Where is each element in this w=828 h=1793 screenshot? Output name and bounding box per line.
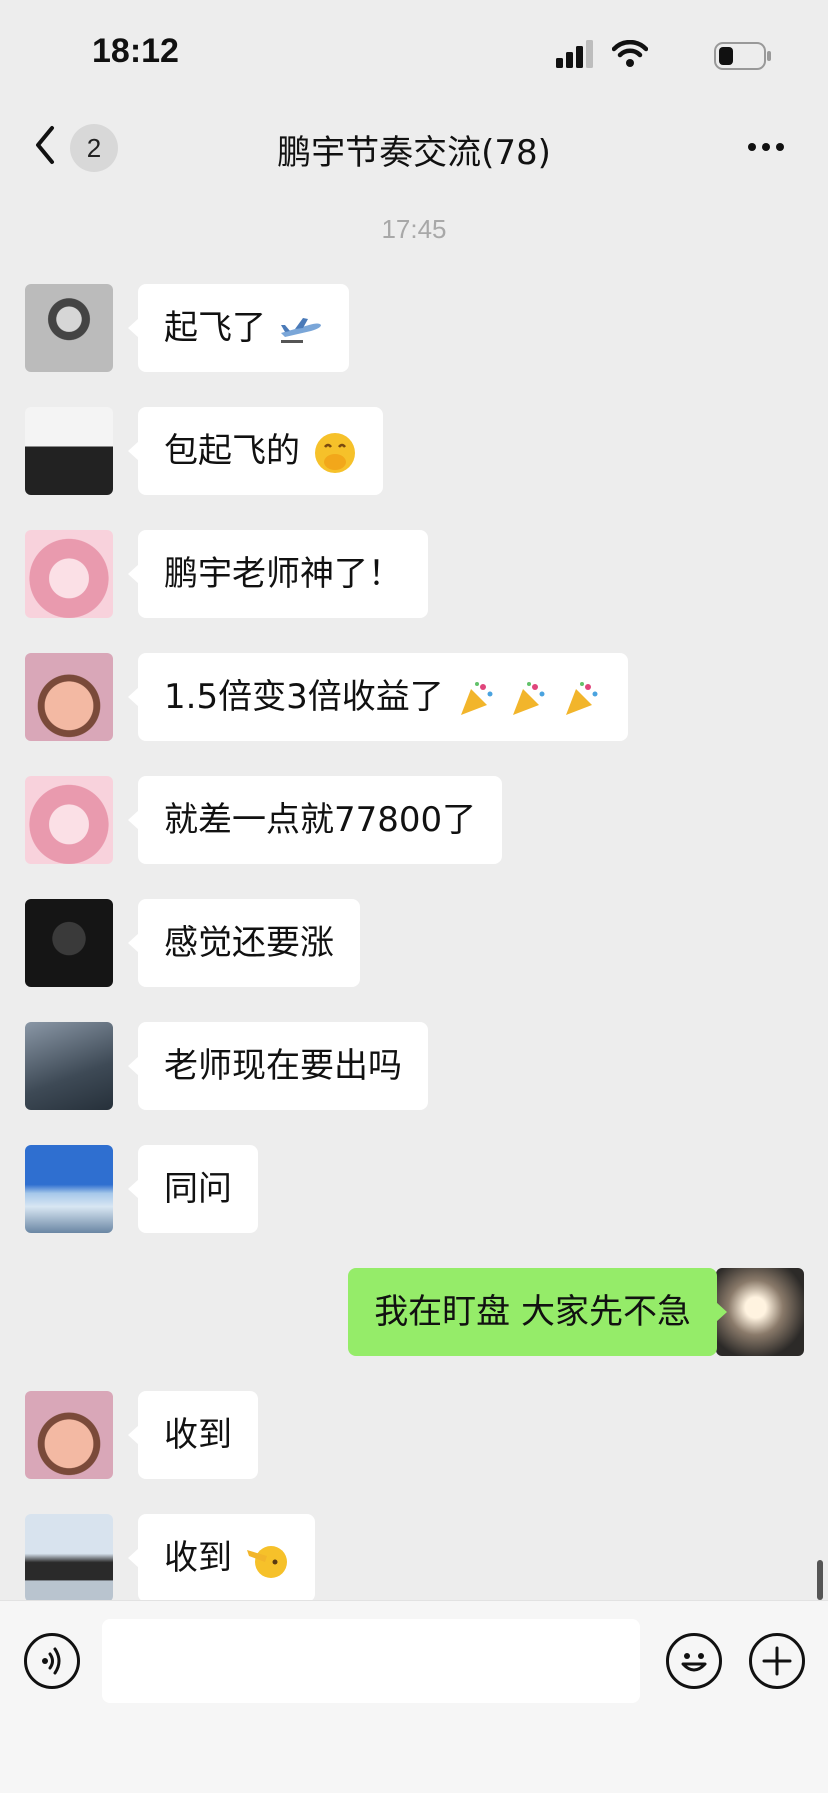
message-input[interactable] <box>102 1619 640 1703</box>
more-options-icon[interactable] <box>748 132 792 162</box>
message-text: 收到 <box>164 1538 232 1578</box>
scrollbar-thumb[interactable] <box>817 1560 823 1600</box>
message-text: 1.5倍变3倍收益了 <box>164 677 444 717</box>
message-row: 收到 <box>0 1391 828 1479</box>
message-bubble[interactable]: 1.5倍变3倍收益了 <box>127 653 629 741</box>
message-row: 1.5倍变3倍收益了 <box>0 653 828 741</box>
message-bubble[interactable]: 收到 <box>128 1514 315 1602</box>
message-row: 就差一点就77800了 <box>0 776 828 864</box>
message-row: 鹏宇老师神了！ <box>0 530 828 618</box>
message-bubble[interactable]: 感觉还要涨 <box>128 899 360 987</box>
plus-icon <box>762 1646 792 1676</box>
avatar[interactable] <box>25 653 113 741</box>
status-bar: 18:12 <box>0 0 828 100</box>
party-popper-icon <box>566 681 598 715</box>
status-icons <box>556 40 772 72</box>
message-row: 起飞了 <box>0 284 828 372</box>
message-text: 感觉还要涨 <box>164 923 334 963</box>
party-popper-icon <box>460 681 493 715</box>
message-bubble[interactable]: 老师现在要出吗 <box>128 1022 428 1110</box>
message-text: 包起飞的 <box>164 431 300 471</box>
message-text: 老师现在要出吗 <box>164 1046 402 1086</box>
battery-icon <box>714 42 771 70</box>
message-bubble[interactable]: 起飞了 <box>128 284 349 372</box>
voice-input-button[interactable] <box>24 1633 80 1689</box>
message-bubble[interactable]: 包起飞的 <box>128 407 383 495</box>
status-time: 18:12 <box>92 32 179 70</box>
chat-title: 鹏宇节奏交流(78) <box>277 133 551 173</box>
wifi-icon <box>612 40 648 67</box>
message-row: 感觉还要涨 <box>0 899 828 987</box>
party-popper-icon <box>513 681 545 715</box>
saluting-face-icon <box>246 1545 287 1578</box>
message-text: 收到 <box>164 1415 232 1455</box>
message-bubble[interactable]: 收到 <box>128 1391 258 1479</box>
airplane-icon <box>280 317 321 343</box>
message-text: 同问 <box>164 1169 232 1209</box>
avatar[interactable] <box>25 1022 113 1110</box>
message-text: 鹏宇老师神了！ <box>164 554 402 594</box>
voice-icon <box>42 1647 61 1675</box>
message-text: 就差一点就77800了 <box>164 800 477 840</box>
avatar[interactable] <box>25 407 113 495</box>
message-bubble[interactable]: 就差一点就77800了 <box>127 776 503 864</box>
avatar[interactable] <box>25 899 113 987</box>
avatar[interactable] <box>25 1145 113 1233</box>
input-bar <box>0 1600 828 1793</box>
avatar[interactable] <box>25 776 113 864</box>
emoji-button[interactable] <box>666 1633 722 1689</box>
message-row: 收到 <box>0 1514 828 1602</box>
avatar[interactable] <box>25 1391 113 1479</box>
message-row: 同问 <box>0 1145 828 1233</box>
more-functions-button[interactable] <box>749 1633 805 1689</box>
message-row: 老师现在要出吗 <box>0 1022 828 1110</box>
avatar[interactable] <box>25 530 113 618</box>
message-row: 包起飞的 <box>0 407 828 495</box>
cellular-signal-icon <box>556 40 593 68</box>
message-row-self: 我在盯盘 大家先不急 <box>0 1268 828 1356</box>
message-bubble[interactable]: 同问 <box>128 1145 258 1233</box>
message-bubble-self[interactable]: 我在盯盘 大家先不急 <box>348 1268 727 1356</box>
avatar-self[interactable] <box>716 1268 804 1356</box>
message-text: 起飞了 <box>164 308 266 348</box>
message-timestamp: 17:45 <box>381 214 447 244</box>
avatar[interactable] <box>25 284 113 372</box>
avatar[interactable] <box>25 1514 113 1602</box>
smiley-icon <box>681 1653 707 1672</box>
message-text: 我在盯盘 大家先不急 <box>374 1292 691 1332</box>
message-bubble[interactable]: 鹏宇老师神了！ <box>128 530 428 618</box>
hand-over-mouth-icon <box>314 432 355 473</box>
